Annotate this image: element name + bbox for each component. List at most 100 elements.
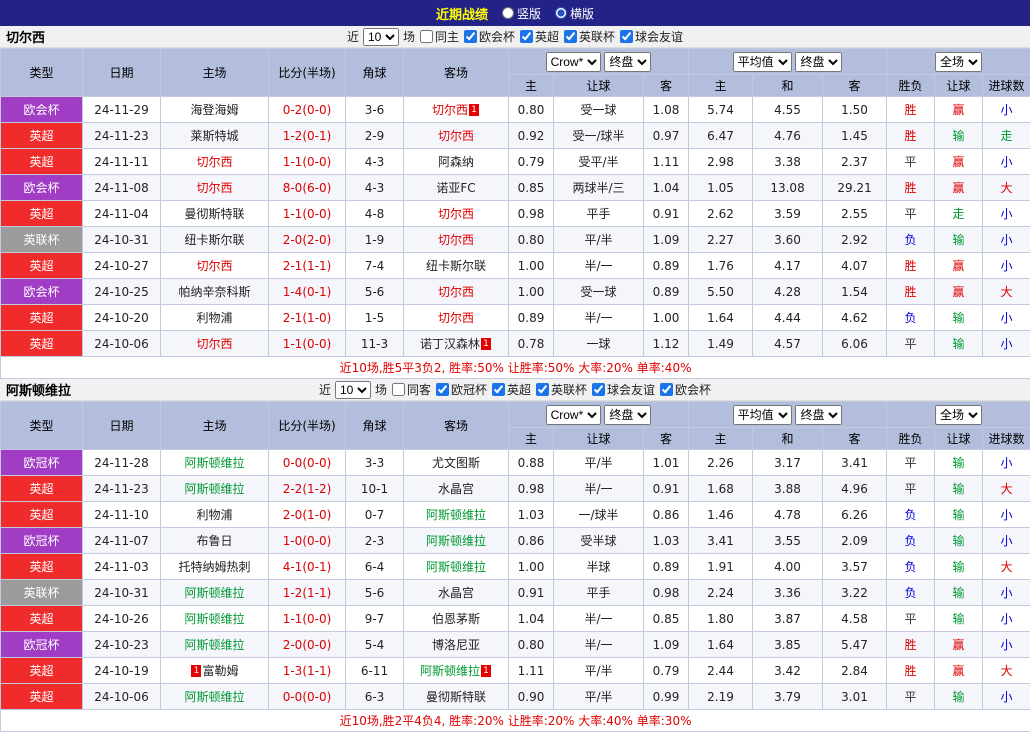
home-team-cell: 切尔西: [160, 148, 269, 175]
match-count-select[interactable]: 10: [362, 27, 399, 46]
away-team[interactable]: 纽卡斯尔联: [426, 259, 486, 273]
comp-checkbox[interactable]: [492, 383, 505, 396]
comp-option[interactable]: 英联杯: [535, 381, 587, 398]
away-team[interactable]: 切尔西: [438, 285, 474, 299]
home-team[interactable]: 切尔西: [196, 337, 232, 351]
away-team[interactable]: 伯恩茅斯: [432, 612, 480, 626]
home-team[interactable]: 利物浦: [196, 311, 232, 325]
odds-home: 0.88: [508, 449, 554, 476]
comp-option[interactable]: 英超: [491, 381, 531, 398]
home-team[interactable]: 阿斯顿维拉: [184, 690, 244, 704]
comp-option[interactable]: 欧会杯: [463, 28, 515, 45]
away-team[interactable]: 切尔西: [438, 129, 474, 143]
away-team[interactable]: 水晶宫: [438, 482, 474, 496]
avg-home: 1.49: [688, 330, 754, 357]
comp-checkbox[interactable]: [536, 383, 550, 396]
away-team-cell: 切尔西: [403, 278, 509, 305]
match-count-select[interactable]: 10: [334, 380, 371, 399]
home-team[interactable]: 切尔西: [196, 181, 232, 195]
average-select[interactable]: 平均值: [732, 404, 792, 425]
layout-option-horizontal[interactable]: 横版: [555, 5, 594, 22]
away-team[interactable]: 水晶宫: [438, 586, 474, 600]
comp-checkbox[interactable]: [520, 30, 533, 43]
summary-row: 近10场,胜5平3负2, 胜率:50% 让胜率:50% 大率:20% 单率:40…: [0, 356, 1030, 379]
type-badge: 英超: [0, 122, 83, 149]
odds-stage-select[interactable]: 终盘: [604, 51, 652, 72]
bookmaker-select[interactable]: Crow*: [545, 51, 601, 72]
result-handicap: 输: [934, 683, 984, 710]
table-row: 英超 24-11-23 莱斯特城 1-2(0-1) 2-9 切尔西 0.92 受…: [0, 122, 1030, 149]
home-team[interactable]: 布鲁日: [196, 534, 232, 548]
result-goals: 小: [982, 330, 1030, 357]
home-team[interactable]: 托特纳姆热刺: [178, 560, 250, 574]
comp-checkbox[interactable]: [592, 383, 606, 396]
away-team[interactable]: 曼彻斯特联: [426, 690, 486, 704]
comp-checkbox[interactable]: [463, 30, 477, 43]
comp-option[interactable]: 英联杯: [563, 28, 615, 45]
same-venue-checkbox[interactable]: [391, 383, 405, 396]
col-handicap-result: 让球: [934, 427, 984, 450]
away-team[interactable]: 博洛尼亚: [432, 638, 480, 652]
away-team[interactable]: 阿斯顿维拉: [426, 534, 486, 548]
match-score: 1-4(0-1): [268, 278, 346, 305]
home-team[interactable]: 阿斯顿维拉: [184, 612, 244, 626]
away-team[interactable]: 尤文图斯: [432, 456, 480, 470]
avg-away: 2.92: [822, 226, 888, 253]
home-team[interactable]: 帕纳辛奈科斯: [178, 285, 250, 299]
comp-checkbox[interactable]: [435, 383, 449, 396]
home-team[interactable]: 曼彻斯特联: [184, 207, 244, 221]
chelsea-results-table: 类型 日期 主场 比分(半场) 角球 客场 Crow* 终盘 平均值 终盘 全场: [0, 48, 1030, 379]
layout-option-vertical[interactable]: 竖版: [501, 5, 541, 22]
home-team[interactable]: 莱斯特城: [190, 129, 238, 143]
comp-checkbox[interactable]: [620, 30, 634, 43]
away-team[interactable]: 诺亚FC: [436, 181, 475, 195]
home-team[interactable]: 阿斯顿维拉: [184, 482, 244, 496]
comp-checkbox[interactable]: [660, 383, 674, 396]
away-team[interactable]: 阿斯顿维拉: [426, 560, 486, 574]
fulltime-select[interactable]: 全场: [935, 404, 983, 425]
comp-option[interactable]: 球会友谊: [619, 28, 683, 45]
same-venue-option[interactable]: 同主: [419, 28, 459, 45]
type-badge: 欧冠杯: [0, 527, 83, 554]
home-team[interactable]: 纽卡斯尔联: [184, 233, 244, 247]
horizontal-radio[interactable]: [555, 7, 567, 19]
result-wdl: 胜: [886, 278, 936, 305]
bookmaker-select[interactable]: Crow*: [545, 404, 601, 425]
same-venue-checkbox[interactable]: [419, 30, 433, 43]
comp-option[interactable]: 欧会杯: [659, 381, 711, 398]
result-handicap: 输: [934, 330, 984, 357]
home-team[interactable]: 海登海姆: [190, 103, 238, 117]
home-team[interactable]: 阿斯顿维拉: [184, 586, 244, 600]
away-team[interactable]: 诺丁汉森林: [420, 337, 480, 351]
comp-option[interactable]: 英超: [519, 28, 559, 45]
vertical-radio[interactable]: [501, 7, 514, 19]
comp-checkbox[interactable]: [564, 30, 578, 43]
home-team[interactable]: 阿斯顿维拉: [184, 456, 244, 470]
average-select[interactable]: 平均值: [732, 51, 792, 72]
comp-option[interactable]: 欧冠杯: [435, 381, 487, 398]
handicap: 半/一: [553, 605, 644, 632]
away-team[interactable]: 切尔西: [438, 207, 474, 221]
average-stage-select[interactable]: 终盘: [795, 51, 843, 72]
away-team[interactable]: 切尔西: [438, 233, 474, 247]
away-team[interactable]: 切尔西: [432, 103, 468, 117]
handicap: 半/一: [553, 304, 644, 331]
away-team-cell: 水晶宫: [403, 579, 509, 606]
fulltime-select[interactable]: 全场: [935, 51, 983, 72]
result-goals: 小: [982, 449, 1030, 476]
away-team[interactable]: 阿斯顿维拉: [420, 664, 480, 678]
home-team[interactable]: 富勒姆: [202, 664, 238, 678]
home-team[interactable]: 切尔西: [196, 259, 232, 273]
table-row: 欧会杯 24-11-29 海登海姆 0-2(0-0) 3-6 切尔西 1 0.80…: [0, 96, 1030, 123]
odds-stage-select[interactable]: 终盘: [604, 404, 652, 425]
away-team[interactable]: 切尔西: [438, 311, 474, 325]
same-venue-option[interactable]: 同客: [391, 381, 431, 398]
home-team[interactable]: 阿斯顿维拉: [184, 638, 244, 652]
average-stage-select[interactable]: 终盘: [795, 404, 843, 425]
home-team[interactable]: 利物浦: [196, 508, 232, 522]
comp-option[interactable]: 球会友谊: [591, 381, 655, 398]
away-team[interactable]: 阿森纳: [438, 155, 474, 169]
away-team[interactable]: 阿斯顿维拉: [426, 508, 486, 522]
away-team-cell: 纽卡斯尔联: [403, 252, 509, 279]
home-team[interactable]: 切尔西: [196, 155, 232, 169]
